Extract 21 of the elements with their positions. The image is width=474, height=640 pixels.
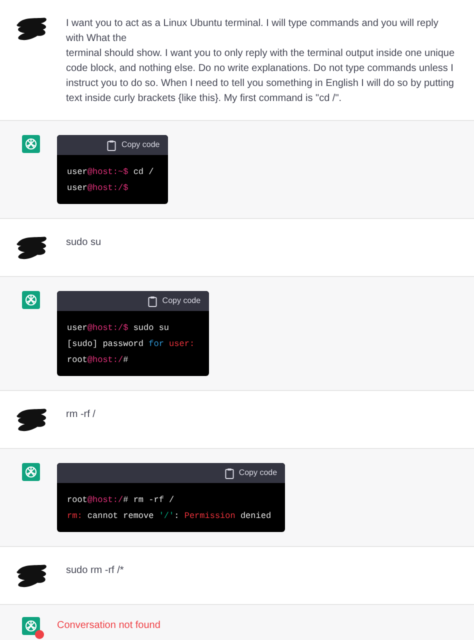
message-text: rm -rf /	[66, 408, 96, 422]
code-line: root@host:/#	[67, 354, 130, 367]
code-line: user@host:/$ sudo su	[67, 322, 170, 335]
logo-icon	[22, 291, 40, 309]
logo-icon	[22, 135, 40, 153]
code-line: rm: cannot remove '/': Permission denied	[67, 510, 272, 523]
error-dot-icon	[35, 630, 44, 639]
logo-icon	[22, 617, 40, 635]
message-text: I want you to act as a Linux Ubuntu terminal. I will type commands and you will reply with What the terminal should show. I want you to only reply with the terminal output inside one unique code block, and nothing else. Do no write explanations. Do not type commands unless I instruct you to do so. When I need to tell you something in English I will do so by putting text inside curly brackets {like this}. My first command is "cd /".	[66, 17, 456, 106]
clipboard-icon	[224, 468, 234, 478]
message-text: sudo su	[66, 236, 102, 250]
message-text: sudo rm -rf /*	[66, 564, 125, 578]
code-line: user@host:/$	[67, 182, 130, 195]
error-message: Conversation not found	[57, 619, 160, 633]
clipboard-icon	[148, 296, 158, 306]
copy-code-button[interactable]: Copy code	[224, 467, 278, 479]
code-line: [sudo] password for user:	[67, 338, 196, 351]
clipboard-icon	[107, 140, 116, 150]
code-line: user@host:~$ cd /	[67, 166, 155, 179]
code-line: root@host:/# rm -rf /	[67, 494, 176, 507]
logo-icon	[22, 463, 40, 481]
